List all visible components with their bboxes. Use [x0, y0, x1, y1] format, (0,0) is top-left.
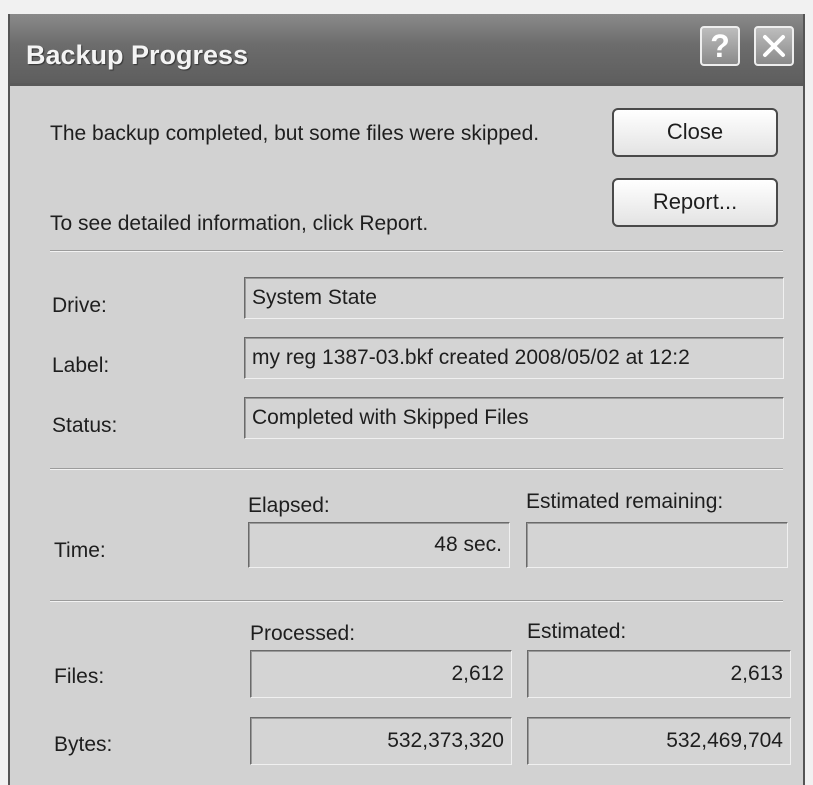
label-label: Label:: [52, 354, 110, 377]
drive-label: Drive:: [52, 294, 107, 317]
report-hint: To see detailed information, click Repor…: [50, 212, 429, 235]
title-close-button[interactable]: [754, 26, 794, 66]
close-button[interactable]: Close: [612, 108, 778, 157]
title-bar[interactable]: Backup Progress ?: [10, 14, 803, 86]
help-icon: ?: [710, 28, 730, 64]
remaining-header: Estimated remaining:: [526, 490, 724, 513]
bytes-processed-value: 532,373,320: [250, 717, 512, 765]
label-value: my reg 1387-03.bkf created 2008/05/02 at…: [244, 337, 784, 379]
status-value: Completed with Skipped Files: [244, 397, 784, 439]
bytes-label: Bytes:: [54, 733, 113, 756]
divider: [50, 600, 783, 602]
remaining-value: [526, 522, 788, 568]
dialog-title: Backup Progress: [26, 40, 249, 70]
divider: [50, 468, 783, 470]
processed-header: Processed:: [250, 622, 356, 645]
drive-value: System State: [244, 277, 784, 319]
help-button[interactable]: ?: [700, 26, 740, 66]
elapsed-header: Elapsed:: [248, 494, 330, 517]
divider: [50, 250, 783, 252]
files-label: Files:: [54, 665, 105, 688]
backup-progress-dialog: Backup Progress ? The backup completed, …: [8, 14, 805, 785]
report-button[interactable]: Report...: [612, 178, 778, 227]
close-icon: [763, 35, 785, 57]
bytes-estimated-value: 532,469,704: [527, 717, 791, 765]
completion-message: The backup completed, but some files wer…: [50, 122, 540, 145]
status-label: Status:: [52, 414, 118, 437]
elapsed-value: 48 sec.: [248, 522, 510, 568]
time-label: Time:: [54, 539, 106, 562]
files-processed-value: 2,612: [250, 650, 512, 698]
estimated-header: Estimated:: [527, 620, 627, 643]
files-estimated-value: 2,613: [527, 650, 791, 698]
